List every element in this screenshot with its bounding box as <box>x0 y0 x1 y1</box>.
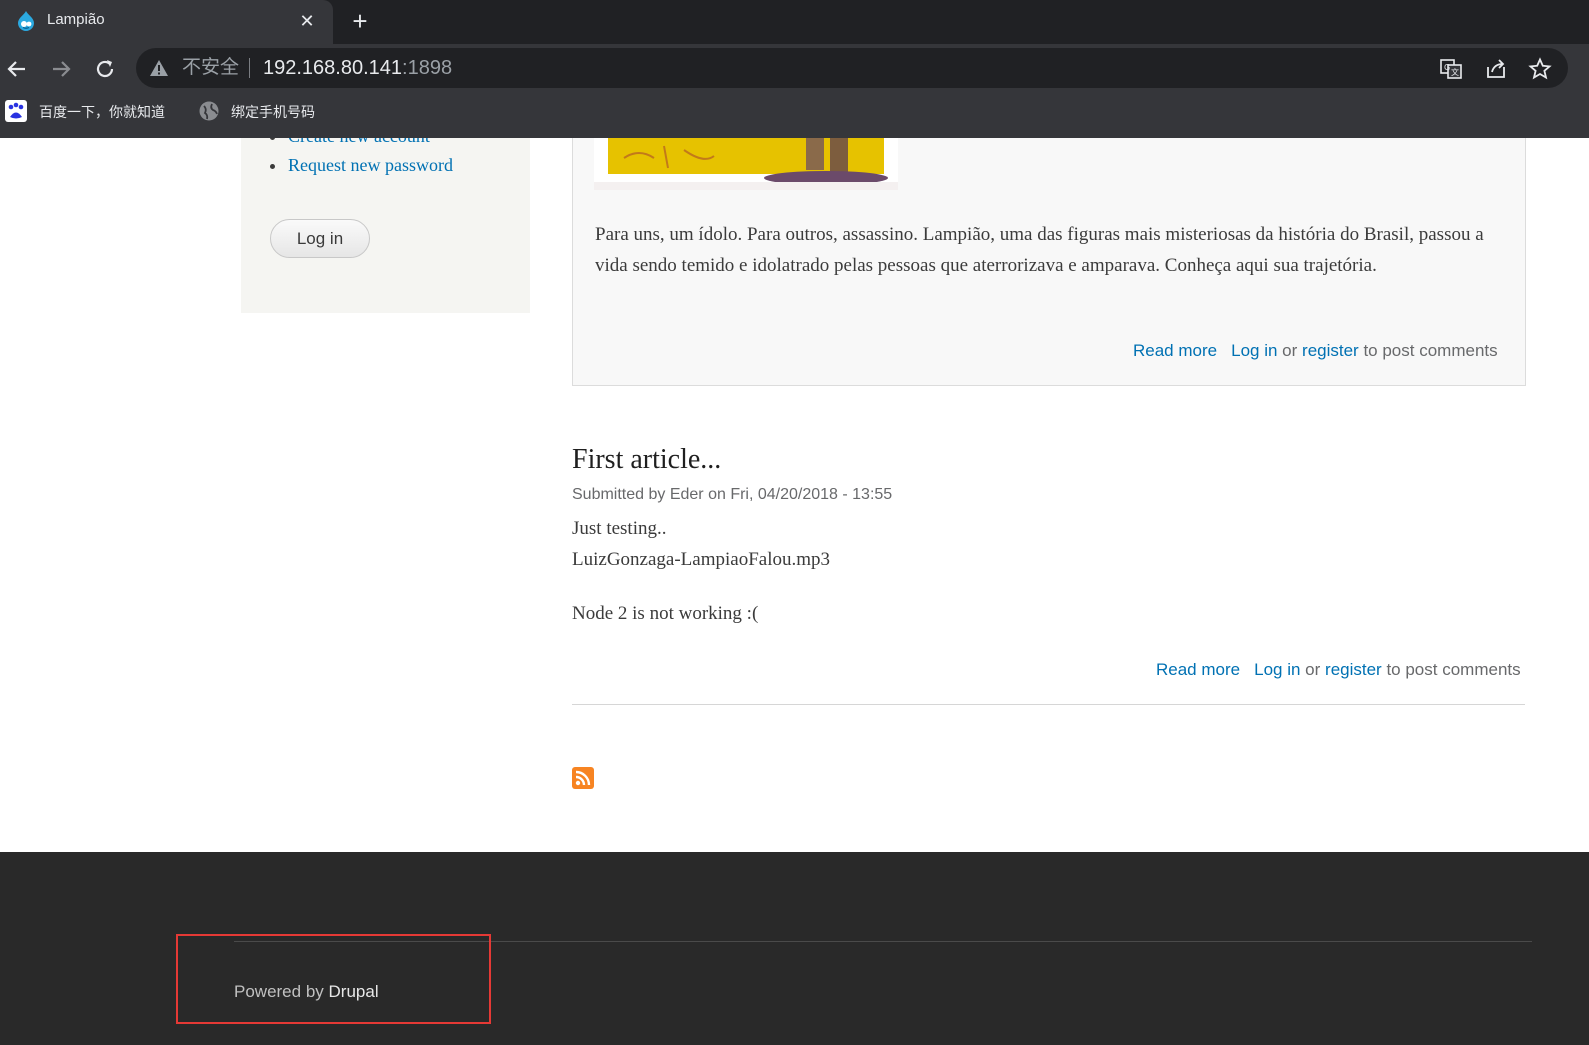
address-separator <box>249 58 250 78</box>
rss-feed-icon[interactable] <box>572 767 594 789</box>
post-comments-text: to post comments <box>1363 341 1498 360</box>
baidu-icon <box>5 100 27 122</box>
register-link[interactable]: register <box>1325 660 1382 679</box>
not-secure-warning-icon[interactable] <box>148 57 170 79</box>
request-password-link[interactable]: Request new password <box>270 151 453 180</box>
globe-icon <box>199 101 219 121</box>
annotation-highlight-box <box>176 934 491 1024</box>
close-tab-icon[interactable]: ✕ <box>295 9 319 33</box>
read-more-link[interactable]: Read more <box>1156 660 1240 679</box>
or-text: or <box>1282 341 1298 360</box>
url-text[interactable]: 192.168.80.141:1898 <box>263 55 452 81</box>
drupal-favicon-icon <box>18 11 34 31</box>
reload-icon[interactable] <box>92 56 118 82</box>
forward-arrow-icon[interactable] <box>48 56 74 82</box>
article-title[interactable]: First article... <box>572 442 721 478</box>
lampiao-illustration[interactable] <box>594 138 898 190</box>
bookmark-star-icon[interactable] <box>1528 57 1552 81</box>
read-more-link[interactable]: Read more <box>1133 341 1217 360</box>
tab-title: Lampião <box>47 11 105 28</box>
tab-strip: Lampião ✕ + <box>0 0 1589 44</box>
site-footer: Powered by Drupal <box>0 852 1589 1045</box>
svg-text:文: 文 <box>1451 67 1459 77</box>
svg-text:G: G <box>1444 63 1450 72</box>
back-arrow-icon[interactable] <box>4 56 30 82</box>
post-comments-text: to post comments <box>1386 660 1521 679</box>
url-host: 192.168.80.141 <box>263 57 403 79</box>
article-submitted-meta: Submitted by Eder on Fri, 04/20/2018 - 1… <box>572 486 893 503</box>
article-body-line: Node 2 is not working :( <box>572 603 759 624</box>
bookmark-baidu[interactable]: 百度一下，你就知道 <box>39 100 165 124</box>
share-icon[interactable] <box>1484 57 1508 81</box>
login-links-list: Create new account Request new password <box>270 138 453 180</box>
create-account-link[interactable]: Create new account <box>270 138 453 151</box>
page-viewport: Create new account Request new password … <box>0 138 1589 1045</box>
translate-icon[interactable]: G 文 <box>1439 57 1463 81</box>
register-link[interactable]: register <box>1302 341 1359 360</box>
url-port: :1898 <box>402 57 453 79</box>
login-link[interactable]: Log in <box>1254 660 1300 679</box>
article-teaser-body: Para uns, um ídolo. Para outros, assassi… <box>595 224 1484 276</box>
login-link[interactable]: Log in <box>1231 341 1277 360</box>
log-in-button[interactable]: Log in <box>270 219 370 258</box>
new-tab-button[interactable]: + <box>345 6 375 36</box>
article-body-line: Just testing.. <box>572 518 667 539</box>
or-text: or <box>1305 660 1321 679</box>
article1-links: Read more Log in or register to post comm… <box>1133 339 1498 363</box>
article-attachment-link[interactable]: LuizGonzaga-LampiaoFalou.mp3 <box>572 546 830 574</box>
active-tab[interactable]: Lampião ✕ <box>0 0 333 44</box>
article2-links: Read more Log in or register to post comm… <box>1156 658 1521 682</box>
bookmark-bind-phone[interactable]: 绑定手机号码 <box>231 100 315 124</box>
not-secure-label[interactable]: 不安全 <box>182 56 239 80</box>
article-divider <box>572 704 1525 705</box>
